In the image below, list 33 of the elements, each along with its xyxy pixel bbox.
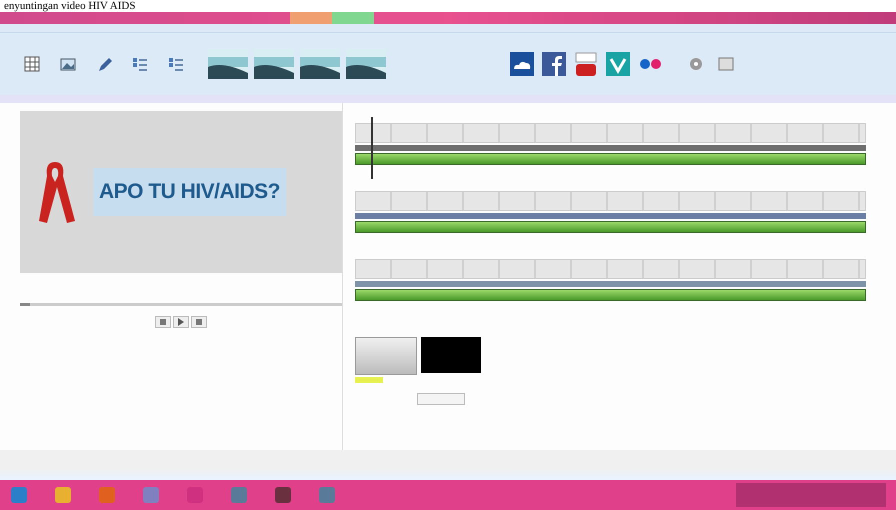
next-frame-button[interactable] — [191, 316, 207, 328]
stop-icon — [159, 318, 167, 326]
seek-bar[interactable] — [20, 303, 342, 306]
theme-thumbnail[interactable] — [300, 49, 340, 79]
list-icon[interactable] — [168, 56, 184, 72]
list-icon[interactable] — [132, 56, 148, 72]
theme-thumbnail[interactable] — [208, 49, 248, 79]
title-clip[interactable] — [355, 337, 417, 375]
theme-thumbnail[interactable] — [254, 49, 294, 79]
facebook-share-icon[interactable] — [542, 52, 566, 76]
caption-marker — [355, 377, 383, 383]
vimeo-share-icon[interactable] — [606, 52, 630, 76]
add-button[interactable] — [417, 393, 465, 405]
video-clip-strip[interactable] — [355, 259, 866, 279]
page-caption: enyuntingan video HIV AIDS — [3, 0, 136, 12]
image-icon[interactable] — [60, 56, 76, 72]
start-taskbar-icon[interactable] — [10, 486, 28, 504]
folder-taskbar-icon[interactable] — [54, 486, 72, 504]
stop-icon — [195, 318, 203, 326]
settings-icon[interactable] — [688, 56, 704, 72]
play-icon — [177, 318, 185, 326]
pen-icon[interactable] — [96, 56, 112, 72]
empty-clip[interactable] — [421, 337, 481, 373]
play-button[interactable] — [173, 316, 189, 328]
title-overlay: APO TU HIV/AIDS? — [93, 168, 286, 216]
previous-frame-button[interactable] — [155, 316, 171, 328]
theme-thumbnail[interactable] — [346, 49, 386, 79]
video-clip-strip[interactable] — [355, 191, 866, 211]
window-icon[interactable] — [718, 56, 734, 72]
grid-icon[interactable] — [24, 56, 40, 72]
video-clip-strip[interactable] — [355, 123, 866, 143]
cloud-share-icon[interactable] — [510, 52, 534, 76]
film-taskbar-icon[interactable] — [274, 486, 292, 504]
